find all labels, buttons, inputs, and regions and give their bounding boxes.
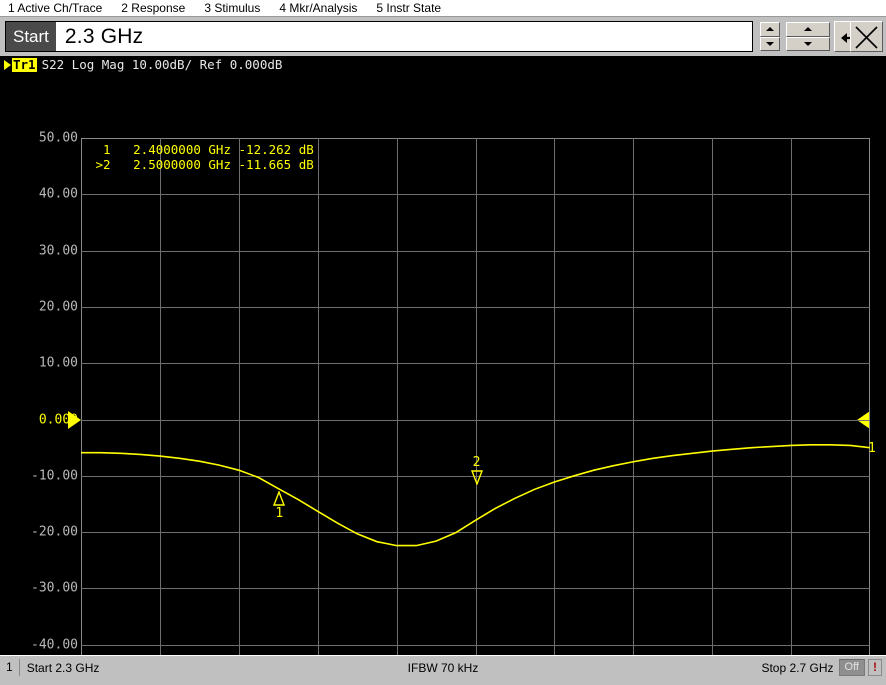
trace-title-bar[interactable]: Tr1 S22 Log Mag 10.00dB/ Ref 0.000dB bbox=[4, 58, 282, 72]
triangle-up-icon bbox=[804, 27, 812, 32]
status-right-group: Stop 2.7 GHz Off ! bbox=[761, 658, 882, 677]
status-warning-indicator[interactable]: ! bbox=[868, 659, 882, 676]
status-bar: 1 Start 2.3 GHz IFBW 70 kHz Stop 2.7 GHz… bbox=[0, 655, 886, 685]
y-tick-10: 10.00 bbox=[38, 355, 78, 371]
status-correction-badge[interactable]: Off bbox=[838, 659, 865, 676]
trace-format-text: S22 Log Mag 10.00dB/ Ref 0.000dB bbox=[41, 57, 283, 72]
status-bar-inner: 1 Start 2.3 GHz IFBW 70 kHz Stop 2.7 GHz… bbox=[2, 658, 884, 677]
start-frequency-entry[interactable]: Start 2.3 GHz bbox=[5, 21, 753, 52]
reference-pointer-left-icon[interactable] bbox=[68, 410, 81, 429]
marker-readout-table[interactable]: 1 2.4000000 GHz -12.262 dB >2 2.5000000 … bbox=[88, 142, 314, 172]
coarse-step-spinner[interactable] bbox=[786, 22, 830, 51]
menu-active-ch-trace[interactable]: 1 Active Ch/Trace bbox=[8, 1, 102, 15]
y-tick-20: 20.00 bbox=[38, 299, 78, 315]
fine-step-spinner[interactable] bbox=[760, 22, 780, 51]
menu-response[interactable]: 2 Response bbox=[121, 1, 185, 15]
marker-row-2[interactable]: >2 2.5000000 GHz -11.665 dB bbox=[88, 157, 314, 172]
s22-trace bbox=[81, 444, 870, 547]
status-ifbw[interactable]: IFBW 70 kHz bbox=[2, 661, 884, 675]
y-axis-labels: 50.00 40.00 30.00 20.00 10.00 0.000 -10.… bbox=[0, 131, 78, 655]
marker-hollow-triangle-icon bbox=[273, 490, 286, 506]
close-x-icon bbox=[855, 26, 878, 49]
menu-mkr-analysis[interactable]: 4 Mkr/Analysis bbox=[279, 1, 357, 15]
active-trace-arrow-icon bbox=[4, 60, 11, 70]
y-tick-minus30: -30.00 bbox=[31, 580, 78, 596]
coarse-step-up-button[interactable] bbox=[786, 22, 830, 37]
plot-area[interactable] bbox=[81, 138, 870, 655]
y-tick-50: 50.00 bbox=[38, 130, 78, 146]
marker-row-1[interactable]: 1 2.4000000 GHz -12.262 dB bbox=[88, 142, 314, 157]
menu-stimulus[interactable]: 3 Stimulus bbox=[204, 1, 260, 15]
y-tick-minus40: -40.00 bbox=[31, 637, 78, 653]
status-stop-frequency[interactable]: Stop 2.7 GHz bbox=[761, 661, 833, 675]
trace-badge[interactable]: Tr1 bbox=[12, 58, 37, 72]
marker-2-label: 2 bbox=[472, 455, 481, 471]
y-tick-40: 40.00 bbox=[38, 186, 78, 202]
close-button[interactable] bbox=[850, 21, 883, 52]
entry-label: Start bbox=[6, 22, 56, 51]
trace-number-label: 1 bbox=[868, 441, 876, 456]
triangle-down-icon bbox=[804, 41, 812, 46]
triangle-up-icon bbox=[766, 27, 774, 32]
vna-application-window: 1 Active Ch/Trace 2 Response 3 Stimulus … bbox=[0, 0, 886, 685]
marker-2-on-trace[interactable]: 2 bbox=[469, 455, 485, 486]
measurement-screen[interactable]: Tr1 S22 Log Mag 10.00dB/ Ref 0.000dB 50.… bbox=[0, 56, 886, 655]
marker-1-label: 1 bbox=[275, 505, 284, 521]
menu-bar: 1 Active Ch/Trace 2 Response 3 Stimulus … bbox=[0, 0, 886, 17]
y-tick-minus10: -10.00 bbox=[31, 468, 78, 484]
menu-instr-state[interactable]: 5 Instr State bbox=[376, 1, 441, 15]
y-tick-30: 30.00 bbox=[38, 243, 78, 259]
fine-step-down-button[interactable] bbox=[760, 36, 780, 51]
start-frequency-input[interactable]: 2.3 GHz bbox=[55, 22, 752, 51]
entry-toolbar: Start 2.3 GHz bbox=[0, 17, 886, 56]
coarse-step-down-button[interactable] bbox=[786, 36, 830, 51]
y-tick-minus20: -20.00 bbox=[31, 524, 78, 540]
marker-1-on-trace[interactable]: 1 bbox=[271, 490, 287, 521]
marker-filled-triangle-icon bbox=[470, 470, 483, 486]
fine-step-up-button[interactable] bbox=[760, 22, 780, 37]
triangle-down-icon bbox=[766, 41, 774, 46]
